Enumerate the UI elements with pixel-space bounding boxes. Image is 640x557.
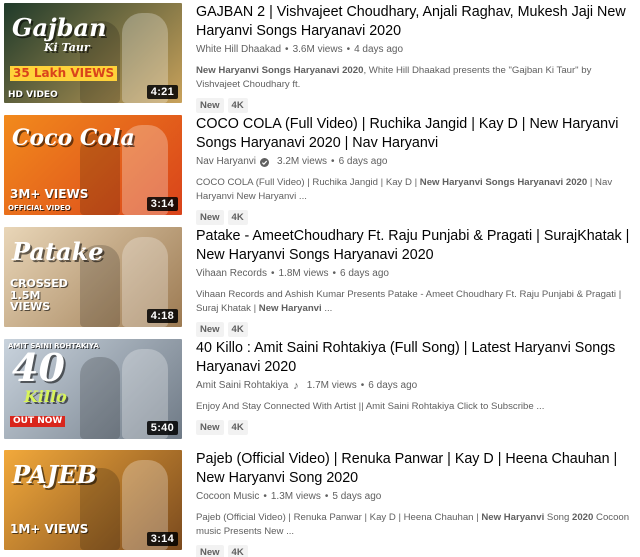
thumbnail-views-tag: CROSSED 1.5M VIEWS	[10, 277, 68, 314]
verified-check-icon	[260, 157, 270, 167]
upload-age: 4 days ago	[354, 44, 404, 55]
video-thumbnail[interactable]: Patake CROSSED 1.5M VIEWS 4:18	[4, 227, 182, 327]
upload-age: 6 days ago	[340, 268, 389, 279]
video-description: Vihaan Records and Ashish Kumar Presents…	[196, 289, 622, 314]
badge-row: New 4K	[196, 420, 636, 435]
upload-age: 6 days ago	[338, 156, 388, 167]
upload-age: 5 days ago	[332, 491, 382, 502]
view-count: 1.7M views	[306, 380, 357, 391]
video-thumbnail[interactable]: Coco Cola 3M+ VIEWS OFFICIAL VIDEO 3:14	[4, 115, 182, 215]
badge-new: New	[196, 420, 224, 435]
thumbnail-title-text: Patake	[12, 237, 104, 266]
thumbnail-views-tag: OUT NOW	[10, 415, 66, 427]
video-description: New Haryanvi Songs Haryanavi 2020, White…	[196, 65, 592, 90]
video-thumbnail[interactable]: 40 Killo OUT NOW AMIT SAINI ROHTAKIYA 5:…	[4, 339, 182, 439]
video-thumbnail[interactable]: PAJEB 1M+ VIEWS 3:14	[4, 450, 182, 550]
badge-row: New 4K	[196, 210, 636, 225]
video-result[interactable]: Gajban Ki Taur 35 Lakh VIEWS HD VIDEO 4:…	[0, 3, 640, 113]
video-meta: Cocoon Music • 1.3M views • 5 days ago	[196, 490, 636, 504]
badge-4k: 4K	[227, 210, 248, 225]
thumbnail-caption: AMIT SAINI ROHTAKIYA	[8, 342, 99, 350]
video-description: Enjoy And Stay Connected With Artist || …	[196, 401, 545, 412]
badge-4k: 4K	[227, 545, 248, 557]
badge-row: New 4K	[196, 545, 636, 557]
meta-separator: •	[263, 491, 267, 502]
thumbnail-title-text: PAJEB	[12, 460, 97, 489]
video-result[interactable]: PAJEB 1M+ VIEWS 3:14 Pajeb (Official Vid…	[0, 450, 640, 557]
video-info: COCO COLA (Full Video) | Ruchika Jangid …	[196, 115, 636, 225]
view-count: 1.3M views	[270, 491, 321, 502]
channel-name[interactable]: Nav Haryanvi	[196, 155, 256, 169]
video-meta: Nav Haryanvi 3.2M views • 6 days ago	[196, 155, 636, 169]
thumbnail-views-tag: 35 Lakh VIEWS	[10, 66, 118, 81]
video-result[interactable]: 40 Killo OUT NOW AMIT SAINI ROHTAKIYA 5:…	[0, 339, 640, 447]
thumbnail-views-tag: 3M+ VIEWS	[10, 187, 89, 202]
badge-new: New	[196, 322, 224, 337]
thumbnail-caption: OFFICIAL VIDEO	[8, 204, 71, 212]
thumbnail-caption: HD VIDEO	[8, 90, 58, 100]
channel-name[interactable]: Vihaan Records	[196, 267, 267, 281]
meta-separator: •	[346, 44, 351, 55]
upload-age: 6 days ago	[368, 380, 418, 391]
meta-separator: •	[360, 380, 365, 391]
video-meta: Amit Saini Rohtakiya ♪ 1.7M views • 6 da…	[196, 379, 636, 393]
thumbnail-subtitle-text: Ki Taur	[44, 41, 90, 54]
view-count: 3.2M views	[277, 156, 328, 167]
video-title[interactable]: 40 Killo : Amit Saini Rohtakiya (Full So…	[196, 339, 636, 377]
video-description: COCO COLA (Full Video) | Ruchika Jangid …	[196, 177, 613, 202]
video-title[interactable]: Patake - AmeetChoudhary Ft. Raju Punjabi…	[196, 227, 636, 265]
meta-separator: •	[285, 44, 289, 55]
video-info: GAJBAN 2 | Vishvajeet Choudhary, Anjali …	[196, 3, 636, 113]
thumbnail-views-tag: 1M+ VIEWS	[10, 522, 89, 537]
thumbnail-figure	[80, 357, 120, 439]
music-note-icon: ♪	[293, 380, 299, 392]
video-meta: White Hill Dhaakad • 3.6M views • 4 days…	[196, 43, 636, 57]
badge-4k: 4K	[227, 98, 248, 113]
badge-new: New	[196, 545, 224, 557]
channel-name[interactable]: Amit Saini Rohtakiya	[196, 379, 288, 393]
meta-separator: •	[270, 268, 275, 279]
video-thumbnail[interactable]: Gajban Ki Taur 35 Lakh VIEWS HD VIDEO 4:…	[4, 3, 182, 103]
badge-row: New 4K	[196, 322, 636, 337]
video-result[interactable]: Patake CROSSED 1.5M VIEWS 4:18 Patake - …	[0, 227, 640, 337]
video-duration: 3:14	[146, 532, 178, 546]
channel-name[interactable]: White Hill Dhaakad	[196, 43, 281, 57]
video-info: Patake - AmeetChoudhary Ft. Raju Punjabi…	[196, 227, 636, 337]
video-meta: Vihaan Records • 1.8M views • 6 days ago	[196, 267, 636, 281]
video-title[interactable]: COCO COLA (Full Video) | Ruchika Jangid …	[196, 115, 636, 153]
thumbnail-title-text: Gajban	[12, 13, 107, 42]
video-result[interactable]: Coco Cola 3M+ VIEWS OFFICIAL VIDEO 3:14 …	[0, 115, 640, 225]
video-info: 40 Killo : Amit Saini Rohtakiya (Full So…	[196, 339, 636, 435]
badge-new: New	[196, 98, 224, 113]
video-info: Pajeb (Official Video) | Renuka Panwar |…	[196, 450, 636, 557]
video-duration: 4:18	[146, 309, 178, 323]
video-description: Pajeb (Official Video) | Renuka Panwar |…	[196, 512, 630, 537]
thumbnail-title-text: 40	[12, 345, 65, 390]
video-title[interactable]: Pajeb (Official Video) | Renuka Panwar |…	[196, 450, 636, 488]
thumbnail-subtitle-text: Killo	[24, 387, 67, 406]
badge-new: New	[196, 210, 224, 225]
badge-4k: 4K	[227, 420, 248, 435]
meta-separator: •	[332, 268, 337, 279]
video-title[interactable]: GAJBAN 2 | Vishvajeet Choudhary, Anjali …	[196, 3, 636, 41]
video-duration: 3:14	[146, 197, 178, 211]
badge-4k: 4K	[227, 322, 248, 337]
video-duration: 4:21	[146, 85, 178, 99]
video-duration: 5:40	[146, 421, 178, 435]
meta-separator: •	[324, 491, 329, 502]
badge-row: New 4K	[196, 98, 636, 113]
meta-separator: •	[331, 156, 335, 167]
view-count: 3.6M views	[292, 44, 343, 55]
video-results-list: Gajban Ki Taur 35 Lakh VIEWS HD VIDEO 4:…	[0, 0, 640, 557]
view-count: 1.8M views	[278, 268, 329, 279]
thumbnail-title-text: Coco Cola	[12, 125, 135, 151]
channel-name[interactable]: Cocoon Music	[196, 490, 259, 504]
